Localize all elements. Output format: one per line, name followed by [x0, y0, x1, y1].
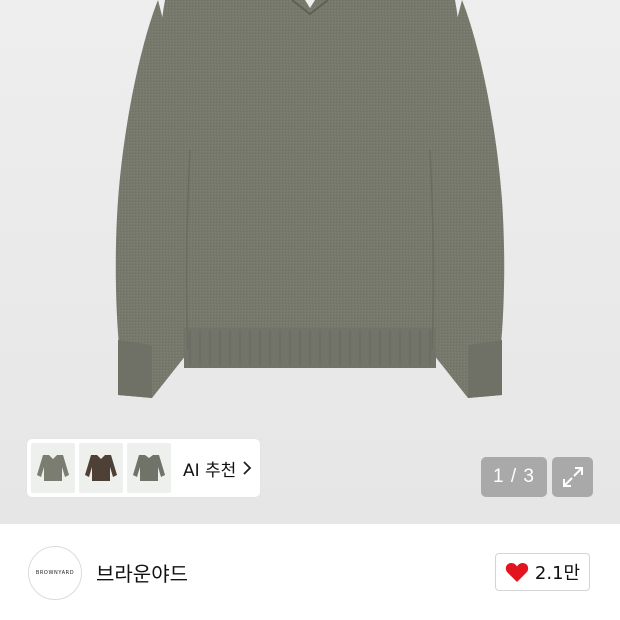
sweater-thumbnail-icon — [85, 455, 117, 481]
chevron-right-icon — [243, 461, 252, 475]
ai-recommend-label: AI 추천 — [183, 460, 237, 481]
ai-thumbnail-3[interactable] — [127, 443, 171, 493]
product-image-area[interactable]: AI 추천 1 / 3 — [0, 0, 620, 524]
sweater-thumbnail-icon — [133, 455, 165, 481]
brand-row: BROWNYARD 브라운야드 2.1만 — [0, 524, 620, 620]
brand-name[interactable]: 브라운야드 — [96, 558, 188, 587]
expand-button[interactable] — [552, 457, 593, 497]
like-button[interactable]: 2.1만 — [495, 553, 590, 591]
like-count: 2.1만 — [534, 563, 581, 584]
heart-icon — [505, 562, 529, 582]
brand-logo[interactable]: BROWNYARD — [28, 546, 82, 600]
expand-icon — [562, 467, 583, 487]
ai-thumbnail-1[interactable] — [31, 443, 75, 493]
page-indicator: 1 / 3 — [481, 457, 547, 497]
ai-recommend-panel[interactable]: AI 추천 — [27, 439, 260, 497]
sweater-thumbnail-icon — [37, 455, 69, 481]
brand-logo-text: BROWNYARD — [35, 570, 75, 576]
ai-thumbnail-2[interactable] — [79, 443, 123, 493]
